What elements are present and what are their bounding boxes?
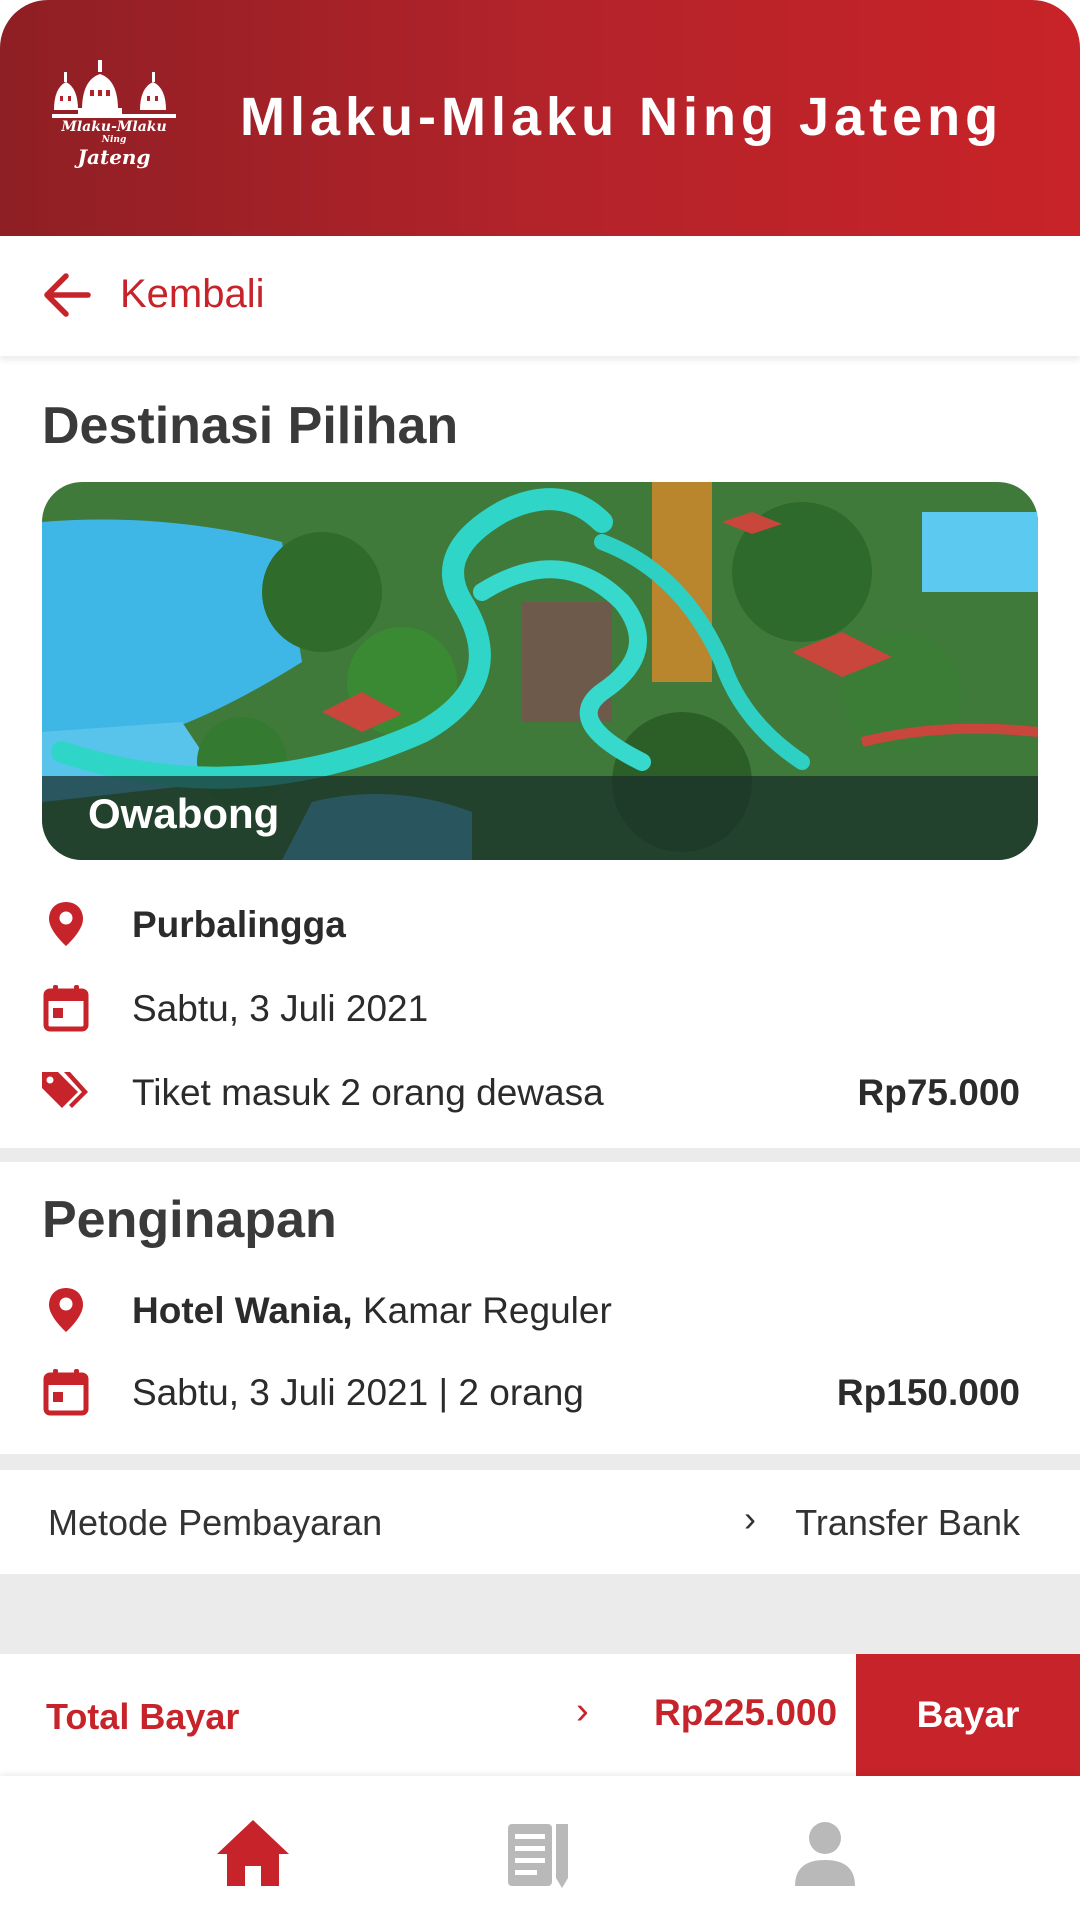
- logo-line-1: Mlaku-Mlaku: [61, 119, 167, 135]
- lodging-date-row: Sabtu, 3 Juli 2021 | 2 orang Rp150.000: [0, 1362, 1080, 1422]
- map-pin-icon: [49, 1288, 83, 1332]
- destination-date: Sabtu, 3 Juli 2021: [132, 988, 429, 1029]
- pay-button[interactable]: Bayar: [856, 1654, 1080, 1776]
- section-divider: [0, 1148, 1080, 1162]
- lodging-price: Rp150.000: [836, 1372, 1020, 1413]
- map-pin-icon: [49, 902, 83, 946]
- arrow-left-icon[interactable]: [40, 268, 94, 322]
- ticket-description: Tiket masuk 2 orang dewasa: [132, 1072, 604, 1113]
- ticket-price: Rp75.000: [857, 1072, 1021, 1113]
- destination-location-row: Purbalingga: [0, 894, 1080, 954]
- destination-section-title: Destinasi Pilihan: [42, 397, 459, 455]
- total-bar: Total Bayar › Rp225.000 Bayar: [0, 1654, 1080, 1776]
- logo-line-2: Ning: [101, 135, 127, 145]
- calendar-icon: [43, 1369, 89, 1416]
- app-logo: Mlaku-Mlaku Ning Jateng: [52, 58, 176, 180]
- section-divider: [0, 1454, 1080, 1470]
- news-icon[interactable]: [500, 1814, 580, 1894]
- spacer: [0, 1574, 1080, 1654]
- price-tags-icon: [42, 1072, 88, 1108]
- hotel-name: Hotel Wania,: [132, 1290, 353, 1331]
- total-label: Total Bayar: [46, 1696, 240, 1737]
- bottom-nav: [0, 1776, 1080, 1920]
- app-header: Mlaku-Mlaku Ning Jateng Mlaku-Mlaku Ning…: [0, 0, 1080, 236]
- hotel-row: Hotel Wania, Kamar Reguler: [0, 1280, 1080, 1340]
- back-bar: Kembali: [0, 236, 1080, 356]
- chevron-right-icon[interactable]: ›: [576, 1690, 589, 1733]
- payment-method-row[interactable]: Metode Pembayaran › Transfer Bank: [0, 1470, 1080, 1574]
- destination-card[interactable]: Owabong: [42, 482, 1038, 860]
- room-type: Kamar Reguler: [352, 1290, 612, 1331]
- calendar-icon: [43, 985, 89, 1032]
- chevron-right-icon: ›: [744, 1498, 756, 1539]
- profile-icon[interactable]: [785, 1814, 865, 1894]
- destination-name: Owabong: [88, 790, 280, 837]
- payment-method-label: Metode Pembayaran: [48, 1502, 383, 1543]
- destination-date-row: Sabtu, 3 Juli 2021: [0, 978, 1080, 1038]
- lodging-date-guests: Sabtu, 3 Juli 2021 | 2 orang: [132, 1372, 584, 1413]
- destination-location: Purbalingga: [132, 904, 346, 945]
- logo-text: Mlaku-Mlaku Ning Jateng: [52, 120, 176, 167]
- home-icon[interactable]: [213, 1814, 293, 1894]
- hotel-info: Hotel Wania, Kamar Reguler: [132, 1290, 612, 1332]
- destination-caption: Owabong: [42, 776, 1038, 860]
- temple-logo-icon: [52, 60, 176, 118]
- payment-method-value[interactable]: Transfer Bank: [795, 1502, 1020, 1544]
- lodging-section-title: Penginapan: [42, 1191, 337, 1249]
- back-button[interactable]: Kembali: [120, 272, 265, 317]
- ticket-row: Tiket masuk 2 orang dewasa Rp75.000: [0, 1062, 1080, 1122]
- app-title: Mlaku-Mlaku Ning Jateng: [240, 87, 1004, 147]
- logo-line-3: Jateng: [77, 145, 151, 169]
- total-amount: Rp225.000: [654, 1692, 838, 1733]
